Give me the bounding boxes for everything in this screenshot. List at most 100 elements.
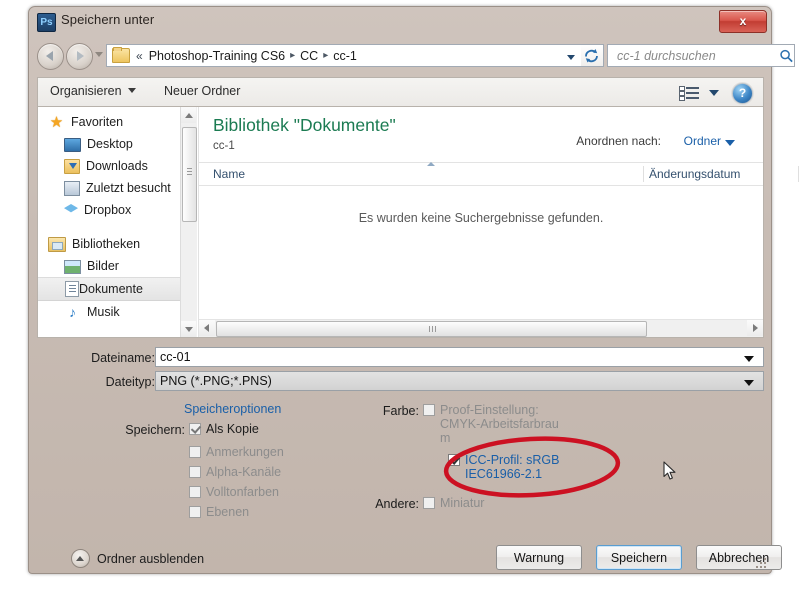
breadcrumb-separator-icon: ▸	[290, 50, 296, 61]
hide-folders-button[interactable]: Ordner ausblenden	[71, 549, 204, 568]
checkbox-icc-profil[interactable]: ICC-Profil: sRGB IEC61966-2.1	[448, 453, 628, 481]
checkbox-box[interactable]	[423, 497, 435, 509]
checkbox-box[interactable]	[189, 506, 201, 518]
window-title: Speichern unter	[61, 12, 155, 27]
back-button[interactable]	[37, 43, 64, 70]
sidebar-item-label: Dropbox	[84, 203, 132, 217]
library-subtitle: cc-1	[213, 140, 235, 152]
checkbox-proof-einstellung[interactable]: Proof-Einstellung: CMYK-Arbeitsfarbrau m	[423, 403, 603, 445]
sidebar-item-zuletzt-besucht[interactable]: Zuletzt besucht	[38, 177, 197, 199]
save-button[interactable]: Speichern	[596, 545, 682, 570]
breadcrumb-segment-cc[interactable]: CC	[300, 49, 318, 63]
scroll-up-button[interactable]	[181, 107, 196, 123]
scroll-down-button[interactable]	[181, 321, 196, 337]
hide-folders-label: Ordner ausblenden	[97, 551, 205, 566]
filetype-select[interactable]: PNG (*.PNG;*.PNS)	[155, 371, 764, 391]
arrange-dropdown-icon[interactable]	[725, 140, 735, 146]
file-list-pane: Bibliothek "Dokumente" cc-1 Anordnen nac…	[198, 107, 799, 337]
checkbox-label: Ebenen	[206, 505, 250, 519]
checkbox-alpha-kanaele[interactable]: Alpha-Kanäle	[189, 465, 281, 479]
checkbox-ebenen[interactable]: Ebenen	[189, 505, 249, 519]
refresh-icon	[585, 49, 598, 63]
forward-arrow-icon	[77, 51, 84, 61]
organize-button[interactable]: Organisieren	[50, 84, 136, 98]
resize-grip[interactable]	[756, 558, 768, 570]
sidebar-item-downloads[interactable]: Downloads	[38, 155, 197, 177]
view-mode-icon[interactable]	[679, 86, 701, 101]
search-box[interactable]	[607, 44, 795, 67]
arrange-by-value[interactable]: Ordner	[684, 134, 721, 148]
scroll-right-button[interactable]	[747, 320, 763, 336]
new-folder-button[interactable]: Neuer Ordner	[164, 84, 240, 98]
checkbox-miniatur[interactable]: Miniatur	[423, 496, 484, 510]
scrollbar-thumb[interactable]	[216, 321, 647, 337]
breadcrumb-overflow[interactable]: «	[136, 49, 143, 63]
help-button[interactable]: ?	[732, 83, 753, 104]
chevron-down-icon[interactable]	[744, 380, 754, 386]
checkbox-box[interactable]	[448, 454, 460, 466]
filetype-label: Dateityp:	[105, 375, 155, 389]
view-mode-dropdown-icon[interactable]	[709, 90, 719, 96]
title-bar: Ps Speichern unter x	[29, 7, 771, 37]
cancel-button[interactable]: Abbrechen	[696, 545, 782, 570]
warnung-button[interactable]: Warnung	[496, 545, 582, 570]
checkbox-box[interactable]	[189, 486, 201, 498]
desktop-icon	[64, 137, 81, 152]
sidebar-item-label: Musik	[87, 305, 120, 319]
save-options-title: Speicheroptionen	[184, 402, 282, 416]
search-input[interactable]	[615, 47, 779, 64]
filename-input[interactable]: cc-01	[155, 347, 764, 367]
chevron-down-icon[interactable]	[744, 356, 754, 362]
sidebar-item-desktop[interactable]: Desktop	[38, 133, 197, 155]
breadcrumb-segment-root[interactable]: Photoshop-Training CS6	[149, 49, 285, 63]
command-bar: Organisieren Neuer Ordner ?	[37, 77, 764, 106]
breadcrumb-dropdown-button[interactable]	[561, 44, 581, 67]
breadcrumb-segment-cc1[interactable]: cc-1	[333, 49, 357, 63]
search-icon	[780, 49, 793, 62]
filetype-value: PNG (*.PNG;*.PNS)	[160, 374, 272, 388]
sidebar-item-label: Desktop	[87, 137, 133, 151]
sidebar-item-musik[interactable]: ♪ Musik	[38, 301, 197, 323]
sidebar-item-label: Zuletzt besucht	[86, 181, 171, 195]
forward-button[interactable]	[66, 43, 93, 70]
file-list-horizontal-scrollbar[interactable]	[199, 319, 763, 337]
checkbox-box[interactable]	[423, 404, 435, 416]
icc-label-line1: ICC-Profil: sRGB	[465, 453, 560, 467]
icc-label-line2: IEC61966-2.1	[465, 467, 543, 481]
filename-value: cc-01	[160, 350, 191, 364]
column-header-date[interactable]: Änderungsdatum	[649, 167, 740, 181]
sidebar-item-label: Favoriten	[71, 115, 124, 129]
sidebar-item-bibliotheken[interactable]: Bibliotheken	[38, 233, 197, 255]
sidebar-item-bilder[interactable]: Bilder	[38, 255, 197, 277]
checkbox-box[interactable]	[189, 423, 201, 435]
sidebar-item-label: Downloads	[86, 159, 148, 173]
library-title: Bibliothek "Dokumente"	[213, 115, 396, 135]
checkbox-label: Als Kopie	[206, 422, 259, 436]
checkbox-anmerkungen[interactable]: Anmerkungen	[189, 445, 284, 459]
history-dropdown-icon[interactable]	[95, 52, 103, 57]
empty-results-message: Es wurden keine Suchergebnisse gefunden.	[358, 211, 604, 225]
documents-icon	[65, 281, 79, 297]
checkbox-box[interactable]	[189, 466, 201, 478]
refresh-button[interactable]	[581, 44, 604, 67]
sidebar-item-favoriten[interactable]: ★ Favoriten	[38, 111, 197, 133]
sidebar-item-dropbox[interactable]: Dropbox	[38, 199, 197, 221]
scroll-left-button[interactable]	[199, 320, 215, 336]
sidebar-item-dokumente[interactable]: Dokumente	[38, 277, 197, 301]
dropbox-icon	[64, 204, 78, 213]
checkbox-box[interactable]	[189, 446, 201, 458]
close-button[interactable]: x	[719, 10, 767, 33]
breadcrumb[interactable]: « Photoshop-Training CS6 ▸ CC ▸ cc-1	[106, 44, 561, 67]
filename-label: Dateiname:	[91, 351, 155, 365]
checkbox-als-kopie[interactable]: Als Kopie	[189, 422, 259, 436]
column-header-row: Name Änderungsdatum Ty	[199, 162, 799, 186]
scrollbar-thumb[interactable]	[182, 127, 197, 222]
column-header-name[interactable]: Name	[213, 167, 245, 181]
proof-label-line2: CMYK-Arbeitsfarbrau	[440, 417, 559, 431]
chevron-up-circle-icon	[71, 549, 90, 568]
explorer-pane: ★ Favoriten Desktop Downloads Zuletzt be…	[37, 106, 799, 338]
checkbox-volltonfarben[interactable]: Volltonfarben	[189, 485, 279, 499]
save-group-label: Speichern:	[125, 423, 185, 437]
sidebar-item-label: Bibliotheken	[72, 237, 141, 251]
sidebar-scrollbar[interactable]	[180, 107, 197, 337]
